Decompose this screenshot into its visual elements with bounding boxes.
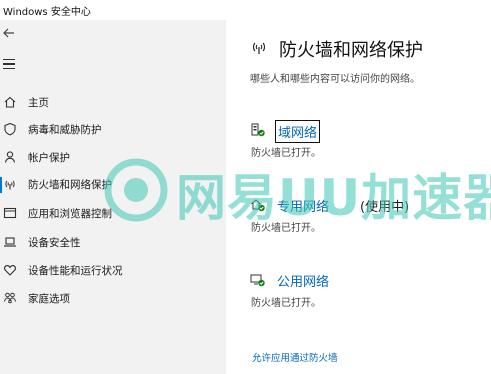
- sidebar-item-firewall[interactable]: 防火墙和网络保护: [0, 174, 226, 196]
- sidebar-item-label: 主页: [28, 97, 49, 109]
- domain-network-icon: [251, 123, 265, 137]
- main-content: 防火墙和网络保护 哪些人和哪些内容可以访问你的网络。 域网络 防火墙已打开。 专…: [226, 20, 491, 374]
- heart-icon: [4, 265, 16, 276]
- domain-network-link[interactable]: 域网络: [275, 120, 321, 143]
- sidebar-item-family-options[interactable]: 家庭选项: [0, 288, 226, 310]
- person-icon: [4, 151, 16, 163]
- network-private: 专用网络 (使用中) 防火墙已打开。: [250, 195, 490, 235]
- laptop-icon: [4, 237, 16, 247]
- private-network-icon: [251, 199, 265, 212]
- back-arrow-icon[interactable]: [2, 26, 16, 40]
- sidebar-item-device-security[interactable]: 设备安全性: [0, 232, 226, 254]
- public-network-status: 防火墙已打开。: [251, 298, 321, 309]
- allow-app-through-firewall-link[interactable]: 允许应用通过防火墙: [252, 350, 338, 364]
- sidebar-item-label: 设备安全性: [28, 237, 81, 249]
- private-network-status: 防火墙已打开。: [251, 223, 321, 234]
- wireless-icon: [5, 180, 15, 190]
- network-domain: 域网络 防火墙已打开。: [250, 120, 490, 160]
- network-public: 公用网络 防火墙已打开。: [250, 270, 490, 310]
- sidebar-item-label: 帐户保护: [28, 152, 70, 164]
- sidebar-item-account-protection[interactable]: 帐户保护: [0, 147, 226, 169]
- home-icon: [4, 96, 16, 108]
- title-bar: Windows 安全中心: [0, 0, 491, 20]
- public-network-icon: [250, 274, 265, 287]
- sidebar-item-label: 家庭选项: [28, 293, 70, 305]
- sidebar-item-device-performance[interactable]: 设备性能和运行状况: [0, 260, 226, 282]
- sidebar-item-label: 应用和浏览器控制: [28, 208, 112, 220]
- sidebar-item-label: 病毒和威胁防护: [28, 124, 102, 136]
- sidebar: 主页 病毒和威胁防护 帐户保护 防火墙和网络保护 应用和浏览器控制 设备安全性 …: [0, 20, 226, 374]
- page-description: 哪些人和哪些内容可以访问你的网络。: [250, 74, 420, 85]
- menu-icon[interactable]: [3, 59, 15, 69]
- sidebar-item-label: 防火墙和网络保护: [28, 179, 112, 191]
- sidebar-item-app-browser-control[interactable]: 应用和浏览器控制: [0, 203, 226, 225]
- domain-network-status: 防火墙已打开。: [251, 148, 321, 159]
- public-network-link[interactable]: 公用网络: [275, 270, 331, 291]
- wireless-icon: [252, 42, 266, 54]
- window-title: Windows 安全中心: [3, 7, 91, 18]
- sidebar-item-virus-protection[interactable]: 病毒和威胁防护: [0, 119, 226, 141]
- private-network-link[interactable]: 专用网络: [275, 195, 331, 216]
- family-icon: [4, 292, 16, 304]
- page-title: 防火墙和网络保护: [279, 40, 423, 61]
- private-network-in-use: (使用中): [360, 200, 410, 215]
- sidebar-item-home[interactable]: 主页: [0, 92, 226, 114]
- shield-icon: [4, 122, 16, 136]
- sidebar-item-label: 设备性能和运行状况: [28, 265, 123, 277]
- app-window-icon: [3, 207, 17, 219]
